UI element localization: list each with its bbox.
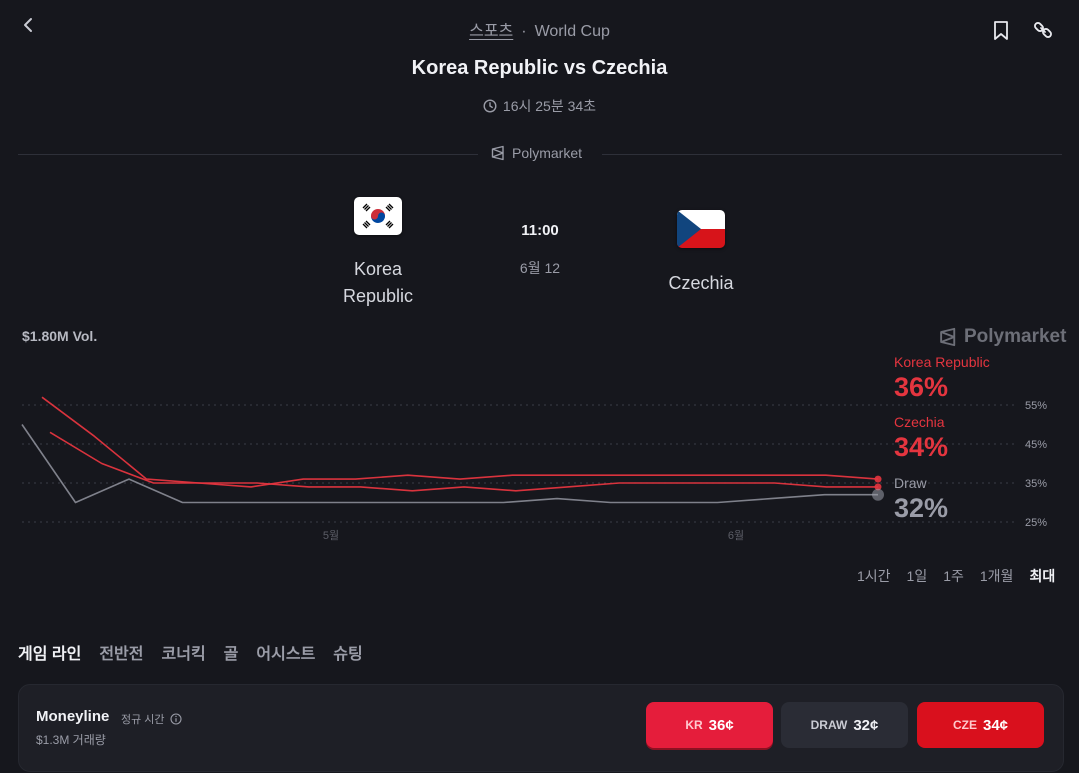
tab-game-lines[interactable]: 게임 라인	[18, 640, 81, 664]
bet-czechia-price: 34¢	[982, 716, 1009, 734]
tab-first-half[interactable]: 전반전	[99, 640, 143, 664]
legend-draw-value: 32%	[894, 493, 949, 523]
range-1d[interactable]: 1일	[907, 566, 928, 586]
chart-source-watermark: Polymarket	[938, 326, 1066, 348]
kickoff-time: 11:00	[521, 222, 559, 239]
legend-draw-name: Draw	[894, 475, 927, 491]
bet-korea-button[interactable]: KR 36¢	[646, 702, 773, 748]
czechia-flag-icon	[677, 210, 725, 248]
moneyline-subtitle-text: 정규 시간	[121, 714, 165, 726]
bet-korea-price: 36¢	[708, 716, 734, 734]
bet-czechia-label: CZE	[952, 718, 977, 732]
bet-czechia-button[interactable]: CZE 34¢	[917, 702, 1044, 748]
polymarket-logo-icon	[940, 327, 956, 347]
clock-icon	[483, 99, 497, 113]
breadcrumb: 스포츠 · World Cup	[0, 17, 1079, 41]
countdown: 16시 25분 34초	[0, 96, 1079, 116]
countdown-text: 16시 25분 34초	[502, 98, 597, 114]
time-range-selector: 1시간 1일 1주 1개월 최대	[857, 566, 1055, 586]
market-tabs: 게임 라인 전반전 코너킥 골 어시스트 슈팅	[18, 640, 363, 664]
tab-shots[interactable]: 슈팅	[333, 640, 362, 664]
home-team-name: Korea Republic	[318, 256, 438, 310]
volume-label: $1.80M Vol.	[22, 328, 98, 344]
kickoff-date: 6월 12	[519, 260, 561, 276]
bookmark-icon	[994, 21, 1008, 40]
series-line-korea-republic	[41, 396, 879, 488]
y-tick-label: 55%	[1025, 400, 1047, 412]
range-1w[interactable]: 1주	[943, 566, 964, 586]
legend-czechia-value: 34%	[894, 432, 949, 462]
bet-draw-label: DRAW	[810, 718, 848, 732]
bet-draw-button[interactable]: DRAW 32¢	[781, 702, 908, 748]
series-line-czechia	[49, 431, 878, 492]
source-name: Polymarket	[512, 145, 583, 161]
y-tick-label: 35%	[1025, 478, 1047, 490]
korea-flag-icon	[354, 197, 402, 235]
legend-korea-name: Korea Republic	[894, 354, 990, 370]
range-1h[interactable]: 1시간	[857, 566, 891, 586]
page-title: Korea Republic vs Czechia	[411, 57, 668, 79]
moneyline-title: Moneyline	[36, 708, 110, 725]
info-icon[interactable]	[169, 713, 182, 725]
y-tick-label: 25%	[1025, 517, 1047, 529]
series-line-draw	[21, 424, 878, 504]
y-tick-label: 45%	[1025, 439, 1047, 451]
home-team-name-line1: Korea	[353, 259, 403, 279]
series-endpoint	[874, 475, 882, 483]
legend-korea-value: 36%	[894, 372, 949, 402]
moneyline-volume: $1.3M 거래량	[36, 733, 106, 747]
breadcrumb-category[interactable]: 스포츠	[469, 23, 513, 40]
divider-left	[18, 154, 478, 155]
bookmark-button[interactable]	[990, 19, 1012, 41]
x-tick-label: 6월	[728, 529, 744, 542]
breadcrumb-separator: ·	[521, 23, 527, 40]
tab-goals[interactable]: 골	[224, 640, 239, 664]
range-1m[interactable]: 1개월	[980, 566, 1014, 586]
home-team-name-line2: Republic	[342, 286, 414, 306]
range-max[interactable]: 최대	[1029, 566, 1055, 586]
copy-link-button[interactable]	[1032, 19, 1054, 41]
link-icon	[1034, 22, 1052, 38]
x-tick-label: 5월	[323, 529, 339, 542]
tab-assists[interactable]: 어시스트	[256, 640, 315, 664]
away-team-name: Czechia	[668, 273, 734, 293]
moneyline-subtitle: 정규 시간	[121, 711, 182, 727]
bet-draw-price: 32¢	[853, 716, 879, 734]
tab-corners[interactable]: 코너킥	[162, 640, 206, 664]
polymarket-logo-icon	[491, 145, 504, 161]
source-label[interactable]: Polymarket	[490, 145, 582, 161]
divider-right	[602, 154, 1062, 155]
series-endpoint	[872, 488, 884, 501]
chart-source-name: Polymarket	[964, 326, 1067, 347]
bet-korea-label: KR	[685, 718, 703, 732]
legend-czechia-name: Czechia	[894, 414, 945, 430]
breadcrumb-competition[interactable]: World Cup	[535, 23, 610, 40]
